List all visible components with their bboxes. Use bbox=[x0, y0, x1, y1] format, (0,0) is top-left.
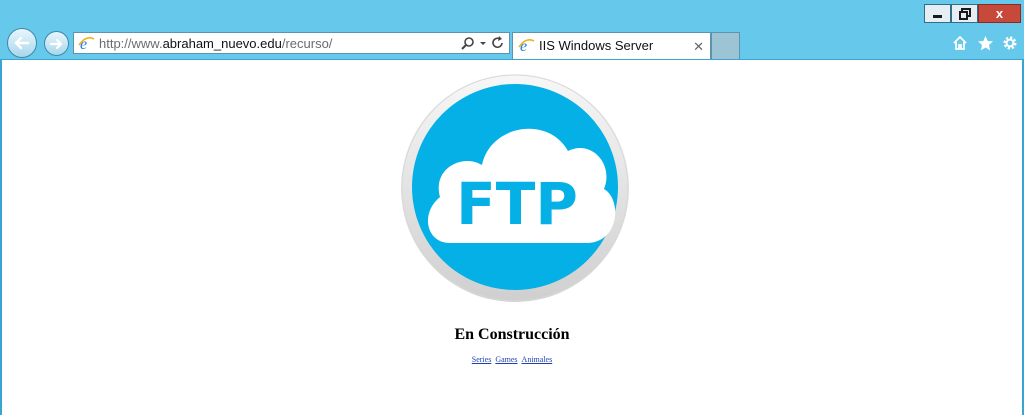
back-arrow-icon bbox=[14, 36, 30, 50]
restore-icon bbox=[958, 7, 971, 20]
tab-iis-windows-server[interactable]: e IIS Windows Server ✕ bbox=[512, 32, 711, 59]
link-games[interactable]: Games bbox=[495, 355, 517, 364]
forward-button[interactable] bbox=[44, 31, 69, 56]
tab-title: IIS Windows Server bbox=[539, 38, 654, 53]
new-tab-button[interactable] bbox=[711, 32, 740, 59]
link-series[interactable]: Series bbox=[472, 355, 492, 364]
link-animales[interactable]: Animales bbox=[522, 355, 553, 364]
home-button[interactable] bbox=[951, 34, 969, 52]
ie-icon: e bbox=[78, 36, 95, 52]
close-icon: x bbox=[995, 6, 1004, 21]
tab-close-icon[interactable]: ✕ bbox=[693, 39, 704, 55]
page-title: En Construcción bbox=[454, 326, 570, 343]
settings-button[interactable] bbox=[1001, 34, 1019, 52]
refresh-icon[interactable] bbox=[491, 36, 505, 50]
search-icon[interactable] bbox=[461, 36, 475, 50]
minimize-icon bbox=[932, 14, 942, 18]
url-text[interactable]: http://www.abraham_nuevo.edu/recurso/ bbox=[99, 36, 332, 51]
link-list: Series Games Animales bbox=[0, 355, 1024, 364]
star-icon bbox=[977, 35, 993, 50]
ftp-logo-text: FTP bbox=[456, 170, 578, 238]
minimize-button[interactable] bbox=[924, 4, 951, 23]
gear-icon bbox=[1003, 36, 1017, 50]
back-button[interactable] bbox=[7, 28, 37, 58]
browser-chrome: x e http://www.abraham_nuevo.edu/recurso… bbox=[0, 0, 1024, 60]
restore-button[interactable] bbox=[951, 4, 978, 23]
address-bar[interactable]: e http://www.abraham_nuevo.edu/recurso/ bbox=[73, 32, 510, 54]
forward-arrow-icon bbox=[49, 38, 63, 49]
close-window-button[interactable]: x bbox=[978, 4, 1021, 23]
ie-icon: e bbox=[518, 38, 535, 54]
dropdown-icon[interactable] bbox=[479, 36, 487, 50]
favorites-button[interactable] bbox=[976, 34, 994, 52]
ftp-logo-icon: FTP bbox=[401, 74, 629, 302]
home-icon bbox=[953, 35, 967, 50]
